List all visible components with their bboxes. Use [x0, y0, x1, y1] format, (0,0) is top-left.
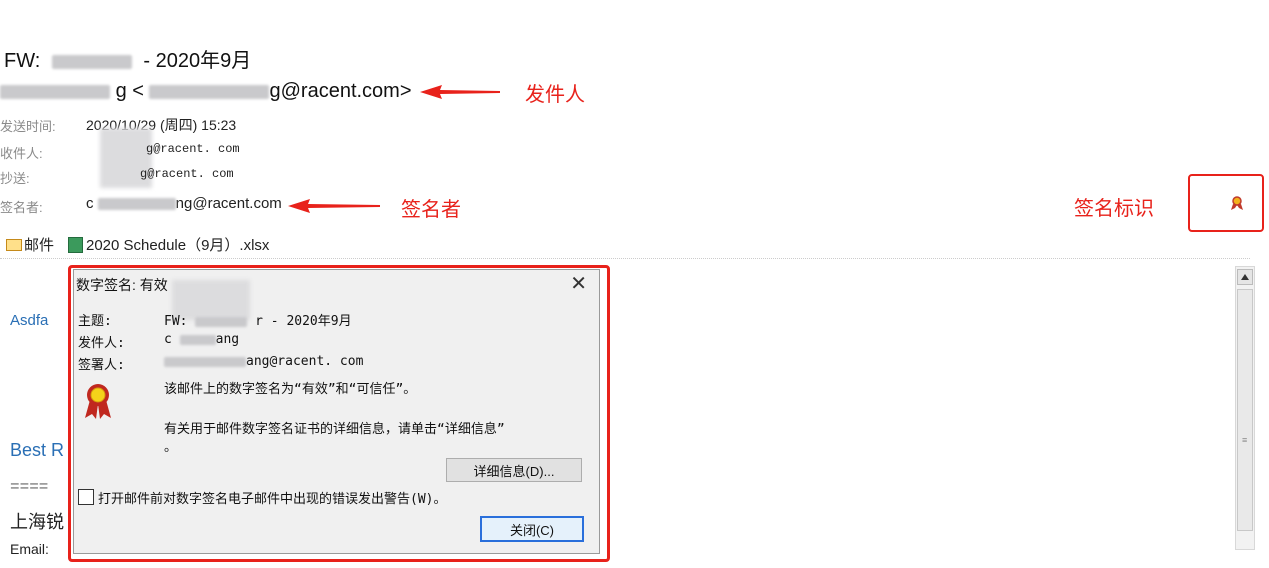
attachment-bar: 邮件 2020 Schedule（9月）.xlsx [0, 230, 1250, 259]
dialog-signer: ang@racent. com [164, 354, 363, 369]
dialog-message-details: 有关用于邮件数字签名证书的详细信息，请单击“详细信息” [164, 422, 505, 437]
warn-errors-checkbox[interactable] [78, 489, 94, 505]
dialog-sender: c ang [164, 332, 239, 347]
message-tab[interactable]: 邮件 [6, 234, 54, 255]
sender-mid: g < [115, 80, 144, 102]
redacted-block [97, 198, 176, 211]
to-label: 收件人: [0, 146, 43, 161]
redacted-block [179, 334, 216, 345]
details-button[interactable]: 详细信息(D)... [446, 458, 582, 482]
dialog-signer-label: 签署人: [78, 358, 125, 373]
subject-prefix: FW: [4, 50, 41, 72]
sender-line: g < g@racent.com> [0, 80, 412, 103]
signer-annotation: 签名者 [401, 199, 461, 221]
valid-certificate-ribbon-icon [85, 384, 111, 419]
cc-label: 抄送: [0, 171, 30, 186]
email-subject: FW: - 2020年9月 [4, 44, 251, 73]
body-best-regards: Best R [10, 440, 65, 460]
scroll-up-button[interactable] [1237, 269, 1253, 285]
signer-domain: ng@racent.com [175, 195, 282, 212]
sent-time-label: 发送时间: [0, 119, 56, 134]
dialog-subject-label: 主题: [78, 314, 112, 329]
envelope-icon [6, 238, 22, 251]
dialog-subject-suffix: r - 2020年9月 [255, 314, 352, 329]
signer-prefix: c [86, 195, 94, 212]
signature-mark-highlight [1188, 174, 1264, 232]
redacted-block [51, 54, 132, 69]
signer-label: 签名者: [0, 200, 43, 215]
cc-value[interactable]: g@racent. com [140, 167, 234, 181]
dialog-sender-value: ang [215, 332, 240, 347]
attachment-file[interactable]: 2020 Schedule（9月）.xlsx [68, 234, 269, 255]
redacted-block [149, 84, 270, 99]
body-greeting: Asdfa [10, 312, 49, 329]
sender-domain: g@racent.com> [269, 80, 412, 102]
attachment-file-name: 2020 Schedule（9月）.xlsx [86, 237, 270, 254]
signer-value: c ng@racent.com [86, 195, 282, 212]
subject-suffix: - 2020年9月 [143, 50, 252, 72]
close-button[interactable]: 关闭(C) [480, 516, 584, 542]
redacted-block [0, 84, 110, 99]
dialog-close-icon[interactable]: ✕ [570, 271, 587, 296]
sender-annotation: 发件人 [525, 84, 585, 106]
redacted-block [195, 316, 248, 327]
arrow-up-icon [1241, 274, 1249, 280]
digital-signature-dialog: 数字签名: 有效 ✕ 主题: FW: r - 2020年9月 发件人: c an… [73, 269, 600, 554]
body-rule: ==== [10, 478, 49, 496]
grip-icon: ≡ [1242, 435, 1248, 445]
warn-errors-label[interactable]: 打开邮件前对数字签名电子邮件中出现的错误发出警告(W)。 [98, 488, 446, 507]
sender-arrow-icon [420, 85, 500, 99]
signature-mark-annotation: 签名标识 [1074, 198, 1154, 220]
body-company: 上海锐 [10, 512, 64, 532]
excel-file-icon [68, 236, 83, 253]
signer-arrow-icon [288, 199, 380, 213]
dialog-sender-label: 发件人: [78, 336, 125, 351]
dialog-subject: FW: r - 2020年9月 [164, 310, 352, 329]
dialog-message-details-end: 。 [164, 440, 178, 455]
signature-ribbon-icon[interactable] [1230, 196, 1244, 210]
redacted-block [164, 356, 246, 367]
dialog-signer-value: ang@racent. com [246, 354, 364, 369]
dialog-sender-prefix: c [164, 332, 172, 347]
dialog-title: 数字签名: 有效 [76, 277, 168, 293]
dialog-message-valid: 该邮件上的数字签名为“有效”和“可信任”。 [164, 382, 417, 397]
body-email-label: Email: [10, 541, 49, 557]
dialog-subject-prefix: FW: [164, 314, 188, 329]
scrollbar-thumb[interactable]: ≡ [1237, 289, 1253, 531]
message-tab-label: 邮件 [24, 237, 55, 254]
to-value[interactable]: g@racent. com [146, 142, 240, 156]
vertical-scrollbar[interactable]: ≡ [1235, 266, 1255, 550]
